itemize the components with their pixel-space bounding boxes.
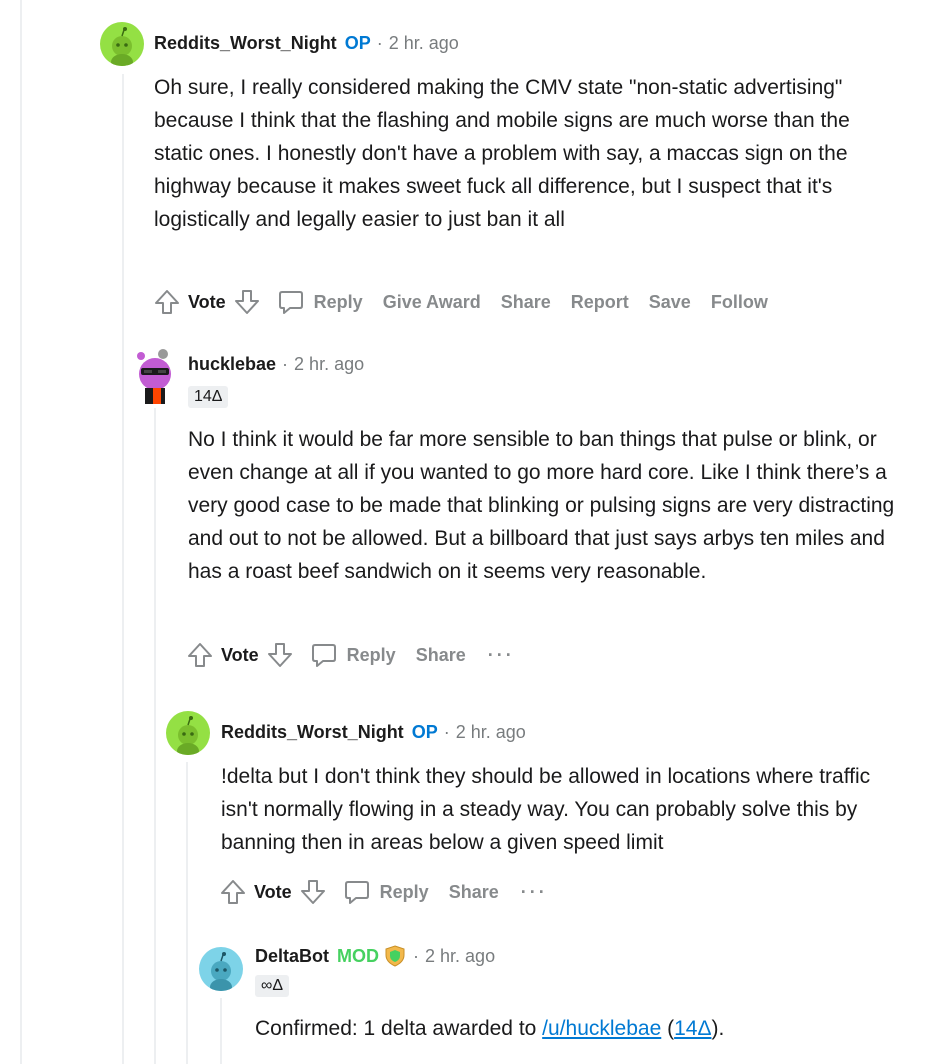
user-link[interactable]: /u/hucklebae	[542, 1017, 661, 1040]
more-icon[interactable]: ···	[521, 882, 548, 903]
delta-link[interactable]: 14Δ	[674, 1017, 711, 1040]
author-link[interactable]: Reddits_Worst_Night	[221, 722, 404, 743]
comment-meta: Reddits_Worst_Night OP · 2 hr. ago	[154, 33, 459, 54]
upvote-icon[interactable]	[218, 877, 248, 907]
reply-label: Reply	[313, 291, 363, 312]
user-flair: ∞Δ	[255, 975, 290, 997]
snoo-avatar-icon	[137, 349, 171, 404]
comment-meta: hucklebae · 2 hr. ago	[188, 354, 364, 375]
vote-label: Vote	[221, 644, 259, 665]
snoo-avatar-icon	[177, 716, 199, 755]
snoo-avatar-icon	[111, 27, 133, 66]
separator-dot: ·	[443, 722, 450, 742]
op-badge: OP	[411, 722, 438, 742]
comment-actions: Vote Reply Give Award Share Report Save …	[152, 287, 788, 317]
avatar[interactable]	[100, 22, 144, 66]
share-button[interactable]: Share	[449, 882, 499, 903]
comment-thread: Reddits_Worst_Night OP · 2 hr. ago Oh su…	[0, 0, 928, 1064]
separator-dot: ·	[376, 33, 383, 53]
downvote-icon[interactable]	[232, 287, 262, 317]
vote-label: Vote	[188, 291, 226, 312]
reply-button[interactable]: Reply	[276, 287, 363, 317]
reply-button[interactable]: Reply	[309, 640, 396, 670]
body-text: ).	[711, 1017, 725, 1040]
thread-line[interactable]	[154, 408, 156, 1064]
timestamp[interactable]: 2 hr. ago	[456, 722, 526, 743]
comment-actions: Vote Reply Share ···	[185, 640, 515, 670]
comment-body: Oh sure, I really considered making the …	[154, 76, 850, 231]
comment-icon	[342, 877, 372, 907]
separator-dot: ·	[282, 354, 289, 374]
comment-actions: Vote Reply Share ···	[218, 877, 548, 907]
comment-icon	[276, 287, 306, 317]
share-button[interactable]: Share	[501, 292, 551, 313]
thread-line[interactable]	[220, 998, 222, 1064]
comment-body: Confirmed: 1 delta awarded to /u/huckleb…	[255, 1012, 915, 1045]
reply-label: Reply	[346, 644, 396, 665]
separator-dot: ·	[413, 945, 420, 966]
author-link[interactable]: Reddits_Worst_Night	[154, 33, 337, 54]
give-award-button[interactable]: Give Award	[383, 292, 481, 313]
save-button[interactable]: Save	[649, 292, 691, 313]
timestamp[interactable]: 2 hr. ago	[389, 33, 459, 54]
author-link[interactable]: DeltaBot	[255, 946, 329, 967]
reply-button[interactable]: Reply	[342, 877, 429, 907]
upvote-icon[interactable]	[152, 287, 182, 317]
shield-icon	[383, 944, 407, 968]
comment-meta: Reddits_Worst_Night OP · 2 hr. ago	[221, 722, 526, 743]
follow-button[interactable]: Follow	[711, 292, 768, 313]
share-button[interactable]: Share	[416, 645, 466, 666]
snoo-avatar-icon	[210, 952, 232, 991]
op-badge: OP	[344, 33, 371, 53]
vote-label: Vote	[254, 881, 292, 902]
comment-body: No I think it would be far more sensible…	[188, 428, 895, 583]
more-icon[interactable]: ···	[488, 645, 515, 666]
comment-icon	[309, 640, 339, 670]
author-link[interactable]: hucklebae	[188, 354, 276, 375]
avatar[interactable]	[133, 344, 177, 404]
body-text: (	[661, 1017, 675, 1040]
thread-line[interactable]	[122, 74, 124, 1064]
downvote-icon[interactable]	[265, 640, 295, 670]
avatar[interactable]	[166, 711, 210, 755]
thread-line[interactable]	[20, 0, 22, 1064]
avatar[interactable]	[199, 947, 243, 991]
upvote-icon[interactable]	[185, 640, 215, 670]
downvote-icon[interactable]	[298, 877, 328, 907]
reply-label: Reply	[379, 881, 429, 902]
timestamp[interactable]: 2 hr. ago	[425, 946, 495, 967]
timestamp[interactable]: 2 hr. ago	[294, 354, 364, 375]
report-button[interactable]: Report	[571, 292, 629, 313]
mod-badge: MOD	[337, 945, 380, 966]
comment-meta: DeltaBot MOD · 2 hr. ago	[255, 944, 495, 968]
thread-line[interactable]	[186, 762, 188, 1064]
comment-body: !delta but I don't think they should be …	[221, 765, 871, 854]
user-flair: 14Δ	[188, 386, 229, 408]
body-text: Confirmed: 1 delta awarded to	[255, 1017, 543, 1040]
